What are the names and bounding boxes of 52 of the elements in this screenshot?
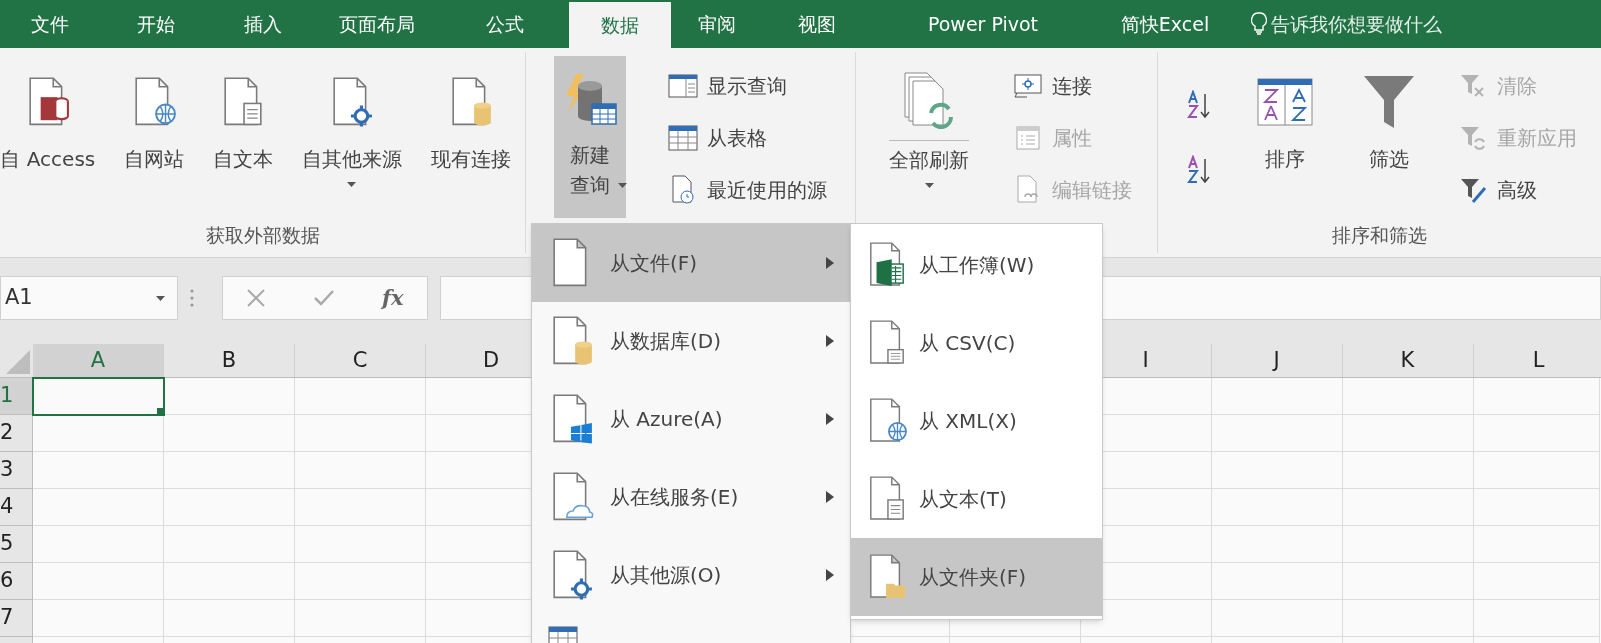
menu-item[interactable]: 从文件(F) [532,224,850,302]
menu-item[interactable]: 从文件夹(F) [851,538,1102,616]
ribbon-tab[interactable]: 页面布局 [313,0,441,48]
name-box[interactable]: A1 [0,276,178,320]
column-header[interactable]: J [1236,344,1342,377]
ribbon-tab[interactable]: 简快Excel [1095,0,1235,48]
ribbon-tab[interactable]: 公式 [441,0,569,48]
row-header[interactable]: 1 [0,378,33,415]
ribbon-button[interactable]: 连接 [1011,60,1132,112]
row-header[interactable]: 6 [0,563,33,600]
column-header[interactable]: K [1367,344,1473,377]
column-header[interactable]: B [164,344,295,377]
menu-item[interactable]: 从 XML(X) [851,382,1102,460]
insert-function-button[interactable]: fx [382,282,404,314]
column-header[interactable]: C [295,344,426,377]
row-header[interactable]: 4 [0,489,33,526]
ribbon-button[interactable]: 从表格 [666,112,827,164]
ribbon-button[interactable]: 高级 [1456,164,1577,216]
ribbon-button[interactable]: 自 Access [0,56,104,218]
ribbon-button[interactable]: 排序 [1249,56,1322,218]
row-header[interactable]: 2 [0,415,33,452]
column-header[interactable]: L [1498,344,1601,377]
ribbon-button[interactable]: 自其他来源 [293,56,410,218]
ribbon-button[interactable]: 自网站 [116,56,193,218]
ribbon-button[interactable]: 显示查询 [666,60,827,112]
column-header[interactable]: I [1105,344,1211,377]
row-header[interactable]: 3 [0,452,33,489]
ribbon-button[interactable]: 最近使用的源 [666,164,827,216]
ribbon-button[interactable]: 筛选 [1353,56,1424,218]
group-label: 排序和筛选 [1332,223,1427,249]
tell-me-field[interactable]: 告诉我你想要做什么 [1271,9,1442,39]
menu-item[interactable]: 从工作簿(W) [851,226,1102,304]
ribbon-tab[interactable]: 插入 [213,0,313,48]
row-header[interactable]: 5 [0,526,33,563]
menu-item[interactable]: 从文本(T) [851,460,1102,538]
ribbon-tab[interactable]: Power Pivot [871,0,1095,48]
column-header[interactable]: A [33,344,164,377]
ribbon-tab[interactable]: 审阅 [671,0,763,48]
ribbon-button[interactable]: 现有连接 [422,56,519,218]
menu-item[interactable]: 从 Azure(A) [532,380,850,458]
ribbon-button[interactable]: 全部刷新 [881,56,978,218]
ribbon-tab[interactable]: 视图 [763,0,871,48]
group-label: 获取外部数据 [205,223,320,249]
row-header[interactable]: 7 [0,600,33,637]
ribbon-button[interactable]: 自文本 [204,56,281,218]
menu-item[interactable]: 从在线服务(E) [532,458,850,536]
ribbon-button[interactable]: 新建查询 [554,56,627,218]
menu-item[interactable]: 从 CSV(C) [851,304,1102,382]
ribbon-tab[interactable]: 文件 [0,0,99,48]
ribbon-tab[interactable]: 开始 [99,0,213,48]
menu-item[interactable]: 从其他源(O) [532,536,850,614]
ribbon-tab[interactable]: 数据 [569,2,671,48]
